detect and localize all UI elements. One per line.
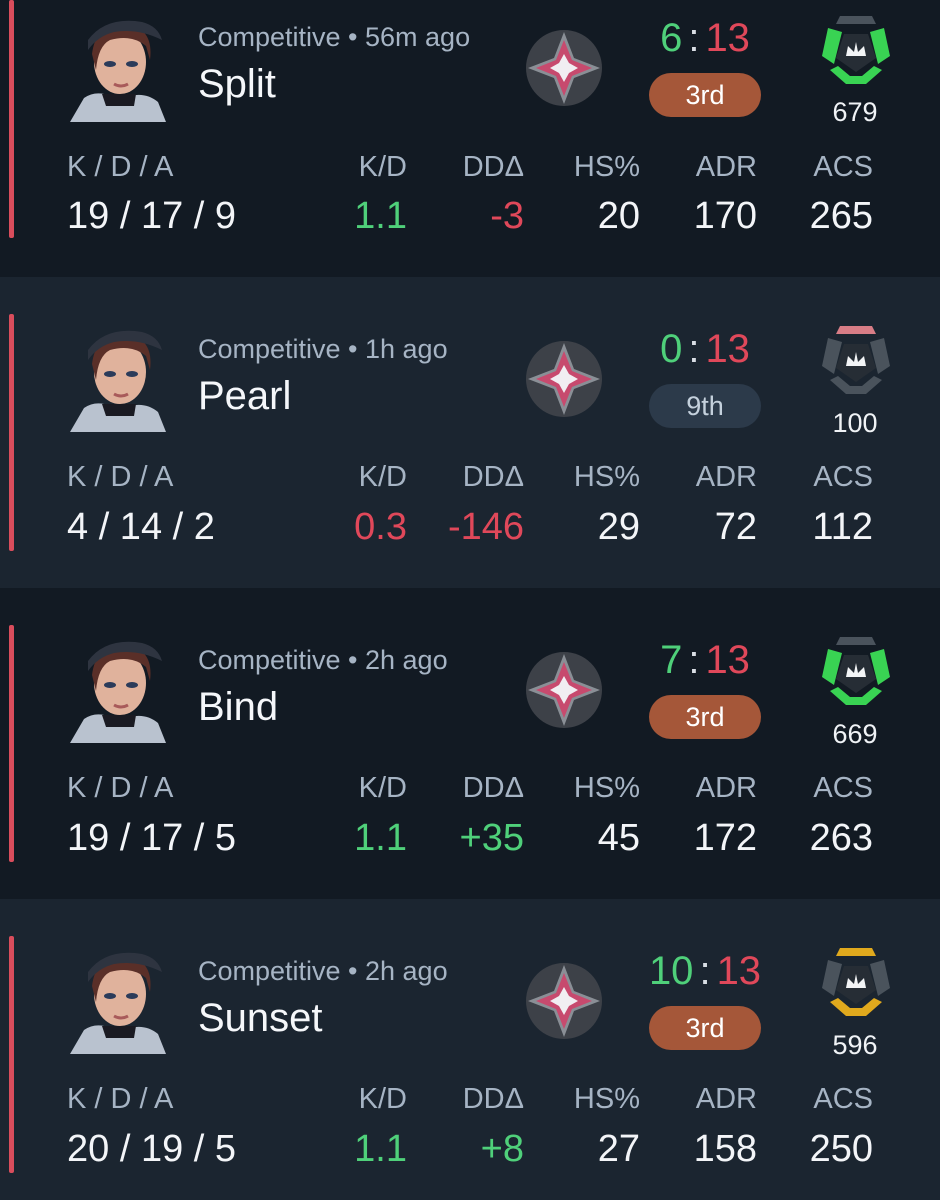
map-name: Pearl — [198, 374, 292, 418]
kd-label: K/D — [358, 461, 407, 493]
adr-value: 72 — [714, 506, 757, 548]
kda-value: 20 / 19 / 5 — [67, 1128, 237, 1170]
kd-label: K/D — [358, 151, 407, 183]
kda-label: K / D / A — [67, 772, 174, 804]
acs-value: 250 — [809, 1128, 873, 1170]
kda-value: 19 / 17 / 5 — [67, 817, 237, 859]
map-name: Sunset — [198, 996, 323, 1040]
hs-label: HS% — [573, 1083, 640, 1115]
loss-indicator-bar — [9, 314, 14, 551]
kda-label: K / D / A — [67, 461, 174, 493]
match-card[interactable]: Competitive • 2h ago Bind 7:13 3rd 669 K… — [0, 588, 940, 899]
acs-label: ACS — [813, 151, 873, 183]
enemy-score: 13 — [705, 638, 750, 682]
green-rank-badge-icon — [822, 637, 890, 705]
adr-value: 172 — [693, 817, 757, 859]
hs-label: HS% — [573, 461, 640, 493]
rank-emblem-icon — [526, 30, 602, 106]
adr-label: ADR — [695, 772, 757, 804]
round-score: 10:13 — [648, 949, 762, 993]
rank-rating: 100 — [832, 408, 878, 438]
enemy-score: 13 — [705, 16, 750, 60]
loss-indicator-bar — [9, 0, 14, 238]
acs-value: 265 — [809, 195, 873, 237]
placement-badge: 3rd — [649, 1006, 761, 1050]
acs-label: ACS — [813, 461, 873, 493]
acs-value: 112 — [812, 506, 873, 548]
dda-label: DDΔ — [462, 1083, 524, 1115]
dda-label: DDΔ — [462, 151, 524, 183]
dda-value: -146 — [447, 506, 524, 548]
dda-value: +8 — [480, 1128, 524, 1170]
adr-label: ADR — [695, 151, 757, 183]
rank-emblem-icon — [526, 652, 602, 728]
match-card[interactable]: Competitive • 2h ago Sunset 10:13 3rd 59… — [0, 899, 940, 1200]
hs-value: 45 — [597, 817, 640, 859]
grey-rank-badge-icon — [822, 326, 890, 394]
rank-emblem-icon — [526, 341, 602, 417]
hs-label: HS% — [573, 151, 640, 183]
green-rank-badge-icon — [822, 16, 890, 84]
adr-label: ADR — [695, 461, 757, 493]
adr-value: 158 — [693, 1128, 757, 1170]
team-score: 10 — [648, 949, 694, 993]
map-name: Bind — [198, 685, 279, 729]
kd-value: 1.1 — [354, 195, 407, 237]
kda-value: 4 / 14 / 2 — [67, 506, 215, 548]
loss-indicator-bar — [9, 625, 14, 862]
kd-label: K/D — [358, 772, 407, 804]
kd-label: K/D — [358, 1083, 407, 1115]
agent-avatar-icon — [70, 330, 166, 432]
placement-badge: 9th — [649, 384, 761, 428]
acs-label: ACS — [813, 772, 873, 804]
match-meta: Competitive • 2h ago — [198, 645, 448, 675]
match-card[interactable]: Competitive • 56m ago Split 6:13 3rd 679… — [0, 0, 940, 311]
rank-emblem-icon — [526, 963, 602, 1039]
rank-rating: 596 — [832, 1030, 878, 1060]
dda-label: DDΔ — [462, 772, 524, 804]
map-name: Split — [198, 62, 276, 106]
adr-value: 170 — [693, 195, 757, 237]
kda-label: K / D / A — [67, 151, 174, 183]
kd-value: 1.1 — [354, 817, 407, 859]
dda-value: +35 — [459, 817, 524, 859]
loss-indicator-bar — [9, 936, 14, 1173]
match-card[interactable]: Competitive • 1h ago Pearl 0:13 9th 100 … — [0, 277, 940, 588]
placement-badge: 3rd — [649, 73, 761, 117]
team-score: 7 — [660, 638, 683, 682]
agent-avatar-icon — [70, 20, 166, 122]
agent-avatar-icon — [70, 641, 166, 743]
enemy-score: 13 — [705, 327, 750, 371]
hs-value: 29 — [597, 506, 640, 548]
hs-value: 27 — [597, 1128, 640, 1170]
kd-value: 0.3 — [354, 506, 407, 548]
match-meta: Competitive • 1h ago — [198, 334, 448, 364]
enemy-score: 13 — [716, 949, 762, 993]
hs-value: 20 — [597, 195, 640, 237]
acs-value: 263 — [809, 817, 873, 859]
dda-label: DDΔ — [462, 461, 524, 493]
round-score: 7:13 — [660, 638, 750, 682]
rank-rating: 669 — [832, 719, 878, 749]
acs-label: ACS — [813, 1083, 873, 1115]
kd-value: 1.1 — [354, 1128, 407, 1170]
kda-label: K / D / A — [67, 1083, 174, 1115]
hs-label: HS% — [573, 772, 640, 804]
adr-label: ADR — [695, 1083, 757, 1115]
team-score: 0 — [660, 327, 683, 371]
round-score: 0:13 — [660, 327, 750, 371]
gold-rank-badge-icon — [822, 948, 890, 1016]
dda-value: -3 — [490, 195, 524, 237]
kda-value: 19 / 17 / 9 — [67, 195, 237, 237]
rank-rating: 679 — [832, 97, 878, 127]
team-score: 6 — [660, 16, 683, 60]
round-score: 6:13 — [660, 16, 750, 60]
placement-badge: 3rd — [649, 695, 761, 739]
match-meta: Competitive • 2h ago — [198, 956, 448, 986]
agent-avatar-icon — [70, 952, 166, 1054]
match-meta: Competitive • 56m ago — [198, 22, 471, 52]
